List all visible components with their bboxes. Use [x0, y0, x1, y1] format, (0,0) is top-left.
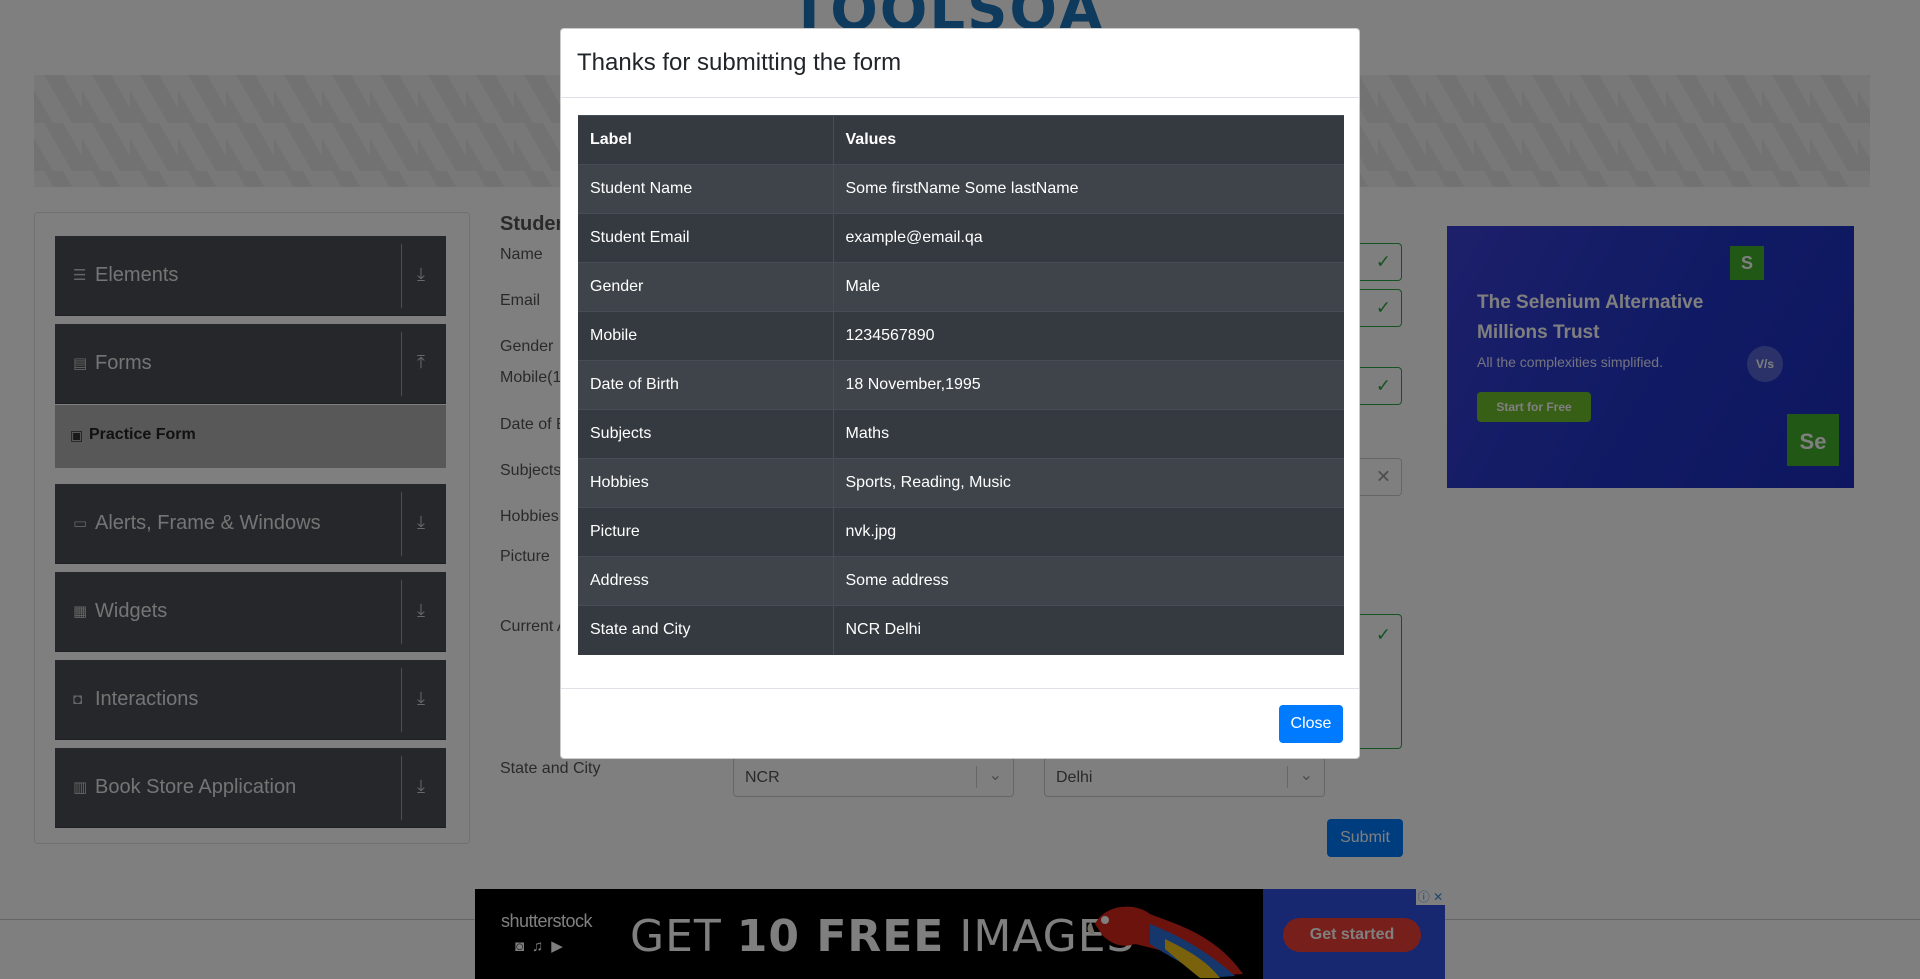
modal-header: Thanks for submitting the form	[561, 29, 1359, 98]
column-header-values: Values	[833, 115, 1344, 165]
row-label: Address	[578, 556, 834, 606]
table-header-row: Label Values	[578, 115, 1344, 165]
row-label: Gender	[578, 262, 834, 312]
results-table: Label Values Student Name Some firstName …	[578, 115, 1344, 655]
modal-footer: Close	[561, 688, 1359, 760]
table-row: Gender Male	[578, 262, 1344, 312]
submission-modal: Thanks for submitting the form Label Val…	[560, 28, 1360, 759]
row-value: Maths	[833, 409, 1344, 459]
row-value: Some firstName Some lastName	[833, 164, 1344, 214]
row-label: Subjects	[578, 409, 834, 459]
table-row: Picture nvk.jpg	[578, 507, 1344, 557]
column-header-label: Label	[578, 115, 834, 165]
row-label: Picture	[578, 507, 834, 557]
row-value: Sports, Reading, Music	[833, 458, 1344, 508]
row-value: example@email.qa	[833, 213, 1344, 263]
table-row: Mobile 1234567890	[578, 311, 1344, 361]
row-label: Date of Birth	[578, 360, 834, 410]
row-value: 1234567890	[833, 311, 1344, 361]
table-row: Student Name Some firstName Some lastName	[578, 164, 1344, 214]
table-row: Student Email example@email.qa	[578, 213, 1344, 263]
row-label: Student Email	[578, 213, 834, 263]
row-label: Student Name	[578, 164, 834, 214]
table-row: Hobbies Sports, Reading, Music	[578, 458, 1344, 508]
table-row: State and City NCR Delhi	[578, 605, 1344, 655]
table-row: Date of Birth 18 November,1995	[578, 360, 1344, 410]
row-value: NCR Delhi	[833, 605, 1344, 655]
modal-title: Thanks for submitting the form	[577, 49, 902, 76]
row-label: Hobbies	[578, 458, 834, 508]
row-value: Male	[833, 262, 1344, 312]
row-value: 18 November,1995	[833, 360, 1344, 410]
table-row: Address Some address	[578, 556, 1344, 606]
close-button[interactable]: Close	[1279, 705, 1343, 743]
row-value: Some address	[833, 556, 1344, 606]
row-value: nvk.jpg	[833, 507, 1344, 557]
row-label: Mobile	[578, 311, 834, 361]
row-label: State and City	[578, 605, 834, 655]
table-row: Subjects Maths	[578, 409, 1344, 459]
